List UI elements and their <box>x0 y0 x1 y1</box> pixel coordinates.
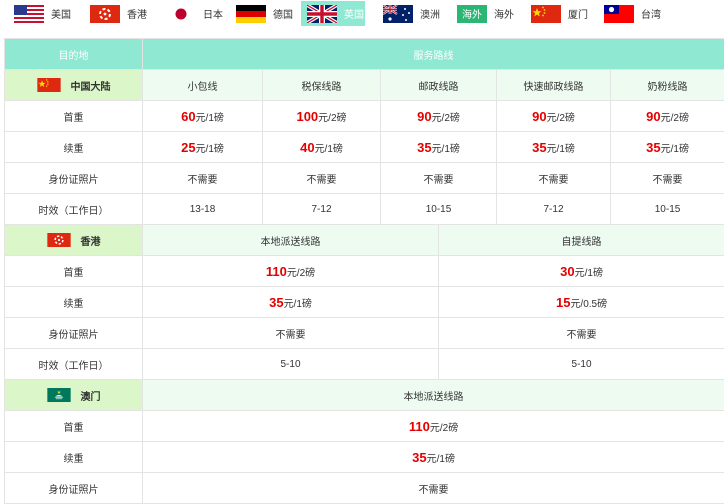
tab-taiwan[interactable]: 台湾 <box>598 1 662 26</box>
de-flag-icon <box>236 4 266 23</box>
price-cell: 30元/1磅 <box>437 255 724 287</box>
country-tab-bar: 美国 香港 日本 德国 英国 澳洲 海外 海外 厦门 台湾 <box>0 0 724 28</box>
price-cell: 110元/2磅 <box>141 410 724 442</box>
price-cell: 40元/1磅 <box>262 131 381 163</box>
tab-xiamen[interactable]: 厦门 <box>525 1 589 26</box>
tab-au[interactable]: 澳洲 <box>377 1 441 26</box>
price-cell: 60元/1磅 <box>142 100 263 132</box>
price-cell: 25元/1磅 <box>142 131 263 163</box>
tab-de[interactable]: 德国 <box>230 1 294 26</box>
price-cell: 35元/1磅 <box>141 441 724 473</box>
mainland-extra-weight-row: 续重 25元/1磅 40元/1磅 35元/1磅 35元/1磅 35元/1磅 <box>4 131 724 163</box>
id-cell: 不需要 <box>141 472 724 504</box>
id-cell: 不需要 <box>380 162 497 194</box>
us-flag-icon <box>14 4 44 23</box>
price-cell: 35元/1磅 <box>609 131 724 163</box>
row-label: 身份证照片 <box>4 317 143 349</box>
route-name: 快速邮政线路 <box>496 69 611 101</box>
row-label: 续重 <box>4 441 143 473</box>
price-cell: 90元/2磅 <box>609 100 724 132</box>
macau-extra-weight-row: 续重 35元/1磅 <box>4 441 724 473</box>
id-cell: 不需要 <box>262 162 381 194</box>
mo-flag-icon <box>46 388 71 402</box>
jp-flag-icon <box>166 4 196 23</box>
row-label: 续重 <box>4 286 143 318</box>
route-name: 小包线 <box>142 69 263 101</box>
hongkong-extra-weight-row: 续重 35元/1磅 15元/0.5磅 <box>4 286 724 318</box>
route-name: 自提线路 <box>437 224 724 256</box>
hk-flag-icon <box>90 4 120 23</box>
id-cell: 不需要 <box>142 317 439 349</box>
route-name: 奶粉线路 <box>609 69 724 101</box>
price-cell: 90元/2磅 <box>380 100 497 132</box>
price-cell: 35元/1磅 <box>142 286 439 318</box>
row-label: 首重 <box>4 255 143 287</box>
macau-id-row: 身份证照片 不需要 <box>4 472 724 504</box>
hk-flag-icon <box>46 233 71 247</box>
tab-uk[interactable]: 英国 <box>301 1 365 26</box>
price-cell: 15元/0.5磅 <box>437 286 724 318</box>
time-cell: 5-10 <box>437 348 724 380</box>
mainland-first-weight-row: 首重 60元/1磅 100元/2磅 90元/2磅 90元/2磅 90元/2磅 <box>4 100 724 132</box>
table-header-row: 目的地 服务路线 <box>4 38 724 70</box>
rate-table: 目的地 服务路线 中国大陆 小包线 税保线路 邮政线路 快速邮政线路 奶粉线路 … <box>4 38 724 504</box>
route-name: 本地派送线路 <box>141 379 724 411</box>
service-routes-header: 服务路线 <box>141 38 724 70</box>
time-cell: 10-15 <box>609 193 724 225</box>
hongkong-id-row: 身份证照片 不需要 不需要 <box>4 317 724 349</box>
au-flag-icon <box>383 4 413 23</box>
mainland-route-row: 中国大陆 小包线 税保线路 邮政线路 快速邮政线路 奶粉线路 <box>4 69 724 101</box>
price-cell: 90元/2磅 <box>496 100 611 132</box>
cn-flag-icon <box>531 4 561 23</box>
time-cell: 5-10 <box>142 348 439 380</box>
row-label: 续重 <box>4 131 143 163</box>
hongkong-first-weight-row: 首重 110元/2磅 30元/1磅 <box>4 255 724 287</box>
mainland-time-row: 时效（工作日） 13-18 7-12 10-15 7-12 10-15 <box>4 193 724 225</box>
region-hongkong: 香港 <box>4 224 143 256</box>
id-cell: 不需要 <box>609 162 724 194</box>
price-cell: 35元/1磅 <box>496 131 611 163</box>
time-cell: 7-12 <box>262 193 381 225</box>
tab-us[interactable]: 美国 <box>8 1 72 26</box>
price-cell: 100元/2磅 <box>262 100 381 132</box>
price-cell: 110元/2磅 <box>142 255 439 287</box>
price-cell: 35元/1磅 <box>380 131 497 163</box>
destination-header: 目的地 <box>4 38 143 70</box>
hongkong-time-row: 时效（工作日） 5-10 5-10 <box>4 348 724 380</box>
id-cell: 不需要 <box>437 317 724 349</box>
cn-flag-icon <box>36 78 61 92</box>
tw-flag-icon <box>604 4 634 23</box>
time-cell: 7-12 <box>496 193 611 225</box>
id-cell: 不需要 <box>142 162 263 194</box>
row-label: 身份证照片 <box>4 162 143 194</box>
tab-jp[interactable]: 日本 <box>160 1 224 26</box>
route-name: 本地派送线路 <box>142 224 439 256</box>
region-macau: 澳门 <box>4 379 143 411</box>
macau-route-row: 澳门 本地派送线路 <box>4 379 724 411</box>
row-label: 时效（工作日） <box>4 348 143 380</box>
id-cell: 不需要 <box>496 162 611 194</box>
mainland-id-row: 身份证照片 不需要 不需要 不需要 不需要 不需要 <box>4 162 724 194</box>
row-label: 时效（工作日） <box>4 193 143 225</box>
overseas-badge-icon: 海外 <box>457 4 487 23</box>
route-name: 邮政线路 <box>380 69 497 101</box>
time-cell: 10-15 <box>380 193 497 225</box>
hongkong-route-row: 香港 本地派送线路 自提线路 <box>4 224 724 256</box>
row-label: 首重 <box>4 100 143 132</box>
time-cell: 13-18 <box>142 193 263 225</box>
tab-overseas[interactable]: 海外 海外 <box>451 1 515 26</box>
row-label: 首重 <box>4 410 143 442</box>
uk-flag-icon <box>307 4 337 23</box>
tab-hk[interactable]: 香港 <box>84 1 148 26</box>
macau-first-weight-row: 首重 110元/2磅 <box>4 410 724 442</box>
row-label: 身份证照片 <box>4 472 143 504</box>
region-mainland: 中国大陆 <box>4 69 143 101</box>
route-name: 税保线路 <box>262 69 381 101</box>
